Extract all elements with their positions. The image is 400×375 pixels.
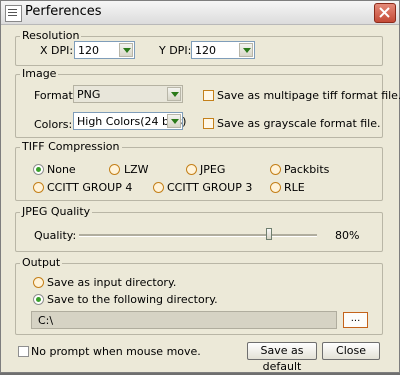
ydpi-select[interactable]: 120 — [191, 41, 255, 59]
output-option-input-dir: Save as input directory. — [47, 276, 177, 289]
close-icon[interactable] — [374, 3, 396, 23]
output-legend: Output — [20, 256, 63, 269]
multipage-label: Save as multipage tiff format file. — [217, 89, 400, 102]
tiff-option-label: None — [47, 163, 76, 176]
chevron-down-icon[interactable] — [239, 43, 253, 57]
tiff-radio-packbits[interactable] — [270, 164, 281, 175]
format-value: PNG — [77, 88, 101, 101]
no-prompt-label: No prompt when mouse move. — [31, 345, 201, 358]
xdpi-select[interactable]: 120 — [74, 41, 135, 59]
chevron-down-icon[interactable] — [167, 114, 181, 128]
no-prompt-checkbox[interactable] — [18, 346, 29, 357]
ydpi-value: 120 — [195, 44, 216, 57]
multipage-checkbox[interactable] — [203, 90, 214, 101]
quality-value: 80% — [335, 229, 360, 242]
preferences-dialog: Perferences Resolution X DPI: 120 Y DPI:… — [0, 0, 400, 373]
format-label: Format: — [34, 89, 77, 102]
save-as-default-button[interactable]: Save as default — [247, 342, 317, 373]
title-bar[interactable]: Perferences — [1, 1, 399, 25]
tiff-radio-lzw[interactable] — [109, 164, 120, 175]
xdpi-value: 120 — [78, 44, 99, 57]
tiff-radio-rle[interactable] — [270, 182, 281, 193]
ydpi-label: Y DPI: — [159, 44, 192, 57]
output-radio-input-dir[interactable] — [33, 277, 44, 288]
colors-label: Colors: — [34, 118, 73, 131]
tiff-legend: TIFF Compression — [20, 140, 122, 153]
app-icon — [5, 5, 22, 22]
image-legend: Image — [20, 67, 59, 80]
browse-button[interactable]: ... — [343, 312, 368, 328]
tiff-radio-jpeg[interactable] — [186, 164, 197, 175]
tiff-option-label: LZW — [124, 163, 149, 176]
quality-label: Quality: — [34, 229, 77, 242]
window-title: Perferences — [25, 4, 102, 19]
tiff-option-label: RLE — [284, 181, 305, 194]
resolution-legend: Resolution — [20, 29, 82, 42]
quality-slider-thumb[interactable] — [266, 228, 273, 240]
grayscale-label: Save as grayscale format file. — [217, 117, 381, 130]
close-button[interactable]: Close — [322, 342, 380, 360]
tiff-option-label: JPEG — [200, 163, 226, 176]
format-select[interactable]: PNG — [73, 85, 183, 103]
tiff-radio-ccitt4[interactable] — [33, 182, 44, 193]
tiff-option-label: Packbits — [284, 163, 330, 176]
chevron-down-icon[interactable] — [167, 87, 181, 101]
jpeg-legend: JPEG Quality — [20, 205, 93, 218]
tiff-radio-ccitt3[interactable] — [153, 182, 164, 193]
quality-slider-track[interactable] — [79, 234, 317, 237]
chevron-down-icon[interactable] — [119, 43, 133, 57]
output-path-field[interactable]: C:\ — [31, 311, 337, 329]
tiff-option-label: CCITT GROUP 4 — [47, 181, 133, 194]
output-radio-following-dir[interactable] — [33, 294, 44, 305]
grayscale-checkbox[interactable] — [203, 118, 214, 129]
tiff-option-label: CCITT GROUP 3 — [167, 181, 253, 194]
output-option-following-dir: Save to the following directory. — [47, 293, 218, 306]
tiff-radio-none[interactable] — [33, 164, 44, 175]
colors-select[interactable]: High Colors(24 bits) — [73, 112, 186, 130]
xdpi-label: X DPI: — [40, 44, 74, 57]
output-path-value: C:\ — [38, 314, 54, 327]
